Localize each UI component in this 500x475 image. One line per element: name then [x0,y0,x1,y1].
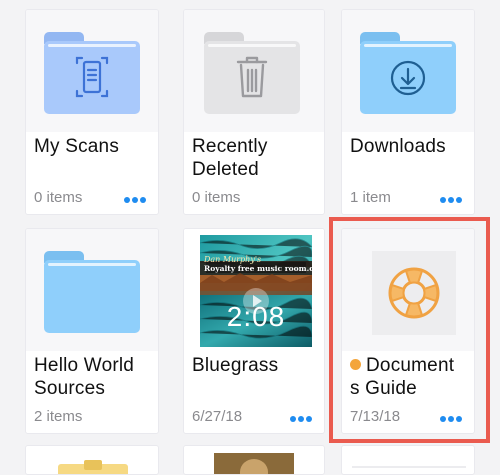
more-options-icon[interactable] [124,197,146,203]
file-thumbnail [26,10,158,132]
file-title-line1: Document [366,355,455,376]
file-thumbnail [184,10,324,132]
file-meta: 7/13/18 [350,408,401,425]
document-preview [372,251,456,335]
video-duration: 2:08 [226,301,286,332]
file-meta: 0 items [34,189,83,206]
folder-icon [44,32,140,114]
file-title: Bluegrass [192,355,279,376]
more-options-icon[interactable] [290,416,312,422]
file-thumbnail [342,229,474,351]
thumbnail-brand-text: Dan Murphy's [204,255,262,264]
file-meta: 2 items [34,408,83,425]
file-card-documents-guide[interactable]: Document s Guide 7/13/18 [341,228,475,434]
more-options-icon[interactable] [440,416,462,422]
lifebuoy-icon [388,267,440,319]
download-icon [390,60,426,96]
file-grid: My Scans 0 items Recently Deleted 0 item… [0,0,500,475]
folder-icon [360,32,456,114]
file-card-recently-deleted[interactable]: Recently Deleted 0 items [183,9,325,215]
file-thumbnail [342,10,474,132]
thumbnail-banner-text: Royalty free music room.com [204,264,312,273]
file-meta: 0 items [192,189,241,206]
file-meta: 6/27/18 [192,408,243,425]
folder-icon [204,32,300,114]
file-title: Document s Guide [350,354,474,400]
image-thumbnail [214,453,294,474]
file-title: Downloads [350,136,446,157]
file-card-downloads[interactable]: Downloads 1 item [341,9,475,215]
video-thumbnail: Dan Murphy's Royalty free music room.com… [200,235,312,347]
file-title: Recently Deleted [192,136,268,180]
file-title-line2: s Guide [350,378,417,399]
file-thumbnail [26,229,158,351]
more-options-icon[interactable] [440,197,462,203]
clip-icon [84,460,102,470]
folder-icon [44,251,140,333]
file-card-hello-world-sources[interactable]: Hello World Sources 2 items [25,228,159,434]
file-card-my-scans[interactable]: My Scans 0 items [25,9,159,215]
file-card-bluegrass[interactable]: Dan Murphy's Royalty free music room.com… [183,228,325,434]
file-thumbnail: Dan Murphy's Royalty free music room.com… [184,229,324,351]
color-tag-icon [350,359,361,370]
file-meta: 1 item [350,189,391,206]
file-title: Hello World Sources [34,355,135,399]
trash-icon [236,56,268,98]
file-title: My Scans [34,136,120,157]
scan-document-icon [75,56,109,98]
